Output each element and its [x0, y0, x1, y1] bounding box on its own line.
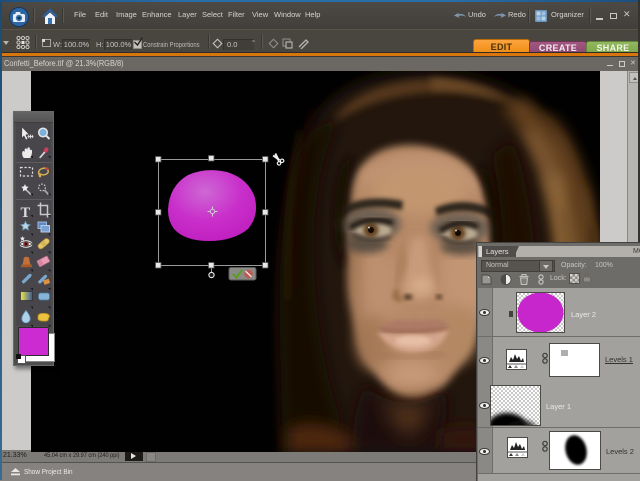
svg-text:T: T — [21, 205, 31, 221]
